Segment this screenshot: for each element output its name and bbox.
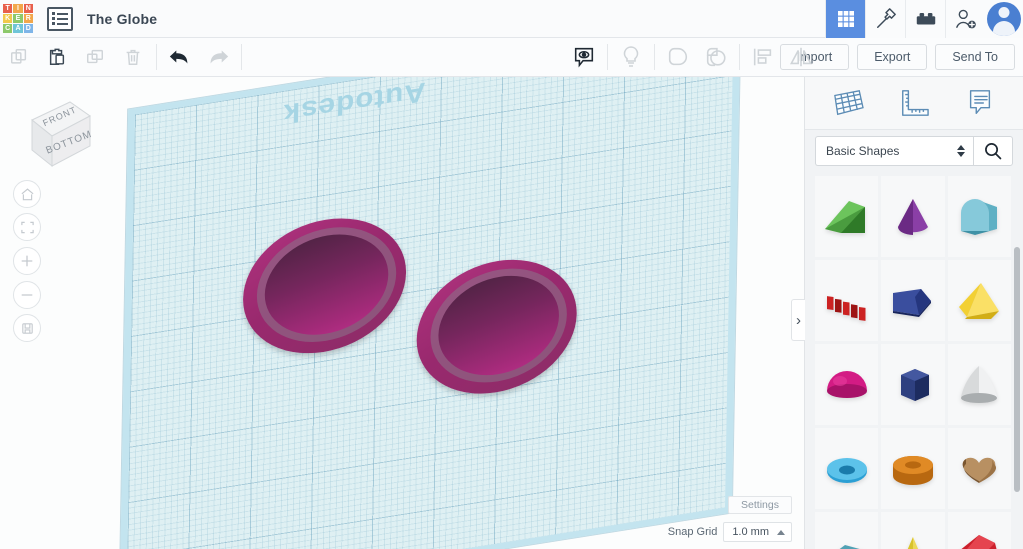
snap-grid-control: Snap Grid 1.0 mm [668,522,792,542]
shapes-panel: › Basic Shapes [791,77,1023,549]
shape-arch[interactable] [947,176,1011,257]
app-header: TINKERCAD The Globe [0,0,1023,38]
shape-library-grid[interactable] [805,172,1023,549]
shape-paraboloid[interactable] [947,344,1011,425]
logo-tile-c: C [3,24,13,34]
export-button[interactable]: Export [857,44,928,70]
settings-button[interactable]: Settings [728,496,792,514]
shape-hex-prism[interactable] [881,344,945,425]
toolbar-divider [739,44,740,70]
shape-tube[interactable] [881,428,945,509]
workplane-brand-label: Autodesk [282,77,426,129]
tinkercad-app: TINKERCAD The Globe Import Export Send T… [0,0,1023,549]
logo-tile-n: N [23,3,33,13]
ungroup-shapes-icon[interactable] [697,38,735,76]
trash-icon[interactable] [114,38,152,76]
tinkercad-logo[interactable]: TINKERCAD [3,3,33,34]
tab-shapes-workplane[interactable] [822,81,874,125]
3d-viewport[interactable]: Autodesk FRONT BOTTOM Settings Snap Grid… [0,77,804,549]
shape-pyramid[interactable] [947,260,1011,341]
shape-wedge[interactable] [815,176,879,257]
plus-icon[interactable] [13,247,41,275]
chevron-right-icon[interactable]: › [791,299,805,341]
logo-tile-a: A [13,24,23,34]
bowl-shape-small[interactable] [415,248,578,406]
shape-library-controls: Basic Shapes [805,130,1023,166]
logo-tile-i: I [13,3,23,13]
workplane-box-icon[interactable] [13,314,41,342]
toolbar-divider [156,44,157,70]
panel-scrollbar[interactable] [1014,247,1020,492]
snap-grid-value: 1.0 mm [732,526,769,538]
add-person-icon[interactable] [945,0,985,38]
tab-ruler[interactable] [888,81,940,125]
fit-brackets-icon[interactable] [13,213,41,241]
toolbar-divider [654,44,655,70]
align-icon[interactable] [744,38,782,76]
undo-arrow-icon[interactable] [161,38,199,76]
shape-library-value: Basic Shapes [826,144,900,158]
shape-cone[interactable] [881,176,945,257]
toolbar-divider [607,44,608,70]
logo-tile-e: E [13,13,23,24]
shape-torus[interactable] [815,428,879,509]
copy-button[interactable] [0,38,38,76]
tab-notes[interactable] [954,81,1006,125]
shape-star[interactable] [881,512,945,549]
shape-polyhedron[interactable] [947,512,1011,549]
search-icon[interactable] [973,136,1013,166]
document-list-icon[interactable] [47,6,73,31]
header-actions [825,0,1023,38]
paste-button[interactable] [38,38,76,76]
group-shapes-icon[interactable] [659,38,697,76]
caret-up-icon [777,529,785,535]
brick-blocks-icon[interactable] [905,0,945,38]
logo-tile-r: R [23,13,33,24]
shape-box-poly[interactable] [881,260,945,341]
duplicate-button[interactable] [76,38,114,76]
toolbar-divider [241,44,242,70]
shape-diamond[interactable] [815,512,879,549]
mirror-flip-icon[interactable] [782,38,820,76]
shape-text[interactable] [815,260,879,341]
view-orientation-cube[interactable]: FRONT BOTTOM [14,90,94,170]
edit-toolbar: Import Export Send To [0,38,1023,77]
logo-tile-t: T [3,3,13,13]
eye-tag-icon[interactable] [565,38,603,76]
workplane-grid[interactable]: Autodesk [119,77,741,549]
minus-icon[interactable] [13,281,41,309]
grid-apps-icon[interactable] [825,0,865,38]
logo-tile-d: D [23,24,33,34]
logo-tile-k: K [3,13,13,24]
user-avatar[interactable] [985,0,1023,38]
snap-grid-label: Snap Grid [667,526,718,538]
shape-library-select[interactable]: Basic Shapes [815,136,973,166]
page-title: The Globe [87,10,158,27]
shape-half-sphere[interactable] [815,344,879,425]
chevron-updown-icon [957,145,965,157]
snap-grid-select[interactable]: 1.0 mm [723,522,792,542]
object-toolbar [565,38,820,76]
shape-heart[interactable] [947,428,1011,509]
panel-tab-bar [805,77,1023,130]
send-to-button[interactable]: Send To [935,44,1015,70]
bowl-shape-large[interactable] [241,206,408,365]
hammer-tools-icon[interactable] [865,0,905,38]
lightbulb-icon[interactable] [612,38,650,76]
redo-arrow-icon[interactable] [199,38,237,76]
home-icon[interactable] [13,180,41,208]
